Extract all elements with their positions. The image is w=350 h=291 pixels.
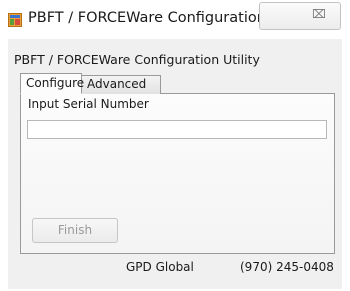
serial-number-label: Input Serial Number — [28, 97, 149, 111]
title-bar[interactable]: PBFT / FORCEWare Configuration Utility ⌧ — [0, 0, 350, 38]
finish-button[interactable]: Finish — [32, 218, 118, 243]
configuration-utility-window: PBFT / FORCEWare Configuration Utility ⌧… — [0, 0, 350, 291]
application-icon — [8, 13, 22, 27]
client-area: PBFT / FORCEWare Configuration Utility C… — [8, 39, 342, 289]
phone-number: (970) 245-0408 — [240, 260, 334, 274]
close-button[interactable]: ⌧ — [259, 2, 341, 30]
tab-configure[interactable]: Configure — [20, 73, 84, 94]
company-name: GPD Global — [126, 260, 194, 274]
serial-number-input[interactable] — [27, 120, 327, 139]
close-icon: ⌧ — [312, 7, 326, 21]
tab-advanced[interactable]: Advanced — [81, 75, 161, 94]
form-heading: PBFT / FORCEWare Configuration Utility — [14, 52, 260, 67]
configure-tab-panel: Input Serial Number Finish — [20, 93, 335, 254]
